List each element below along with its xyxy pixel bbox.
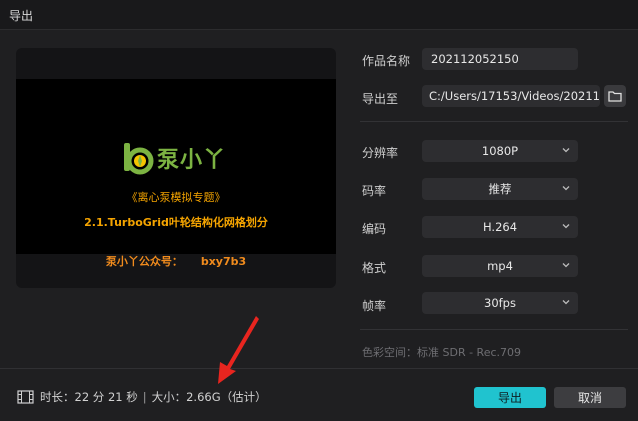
bitrate-label: 码率 [362,184,387,198]
duration-text: 时长：22 分 21 秒 [40,390,138,404]
cancel-button[interactable]: 取消 [554,387,626,408]
name-label: 作品名称 [362,54,411,68]
color-space-info: 色彩空间：标准 SDR - Rec.709 [362,346,522,359]
video-account-line: 泵小丫公众号： bxy7b3 [16,253,336,269]
framerate-select[interactable]: 30fps [422,292,578,314]
framerate-value: 30fps [484,296,516,310]
chevron-down-icon [562,263,570,268]
divider [360,329,628,330]
title-bar: 导出 [0,0,638,30]
size-text: 大小：2.66G（估计） [151,390,267,404]
video-subtitle-line: 2.1.TurboGrid叶轮结构化网格划分 [84,216,268,229]
logo-mark-icon [124,143,154,175]
export-path-input[interactable]: C:/Users/17153/Videos/20211... [422,85,600,107]
format-label: 格式 [362,261,387,275]
framerate-label: 帧率 [362,299,387,313]
browse-folder-button[interactable] [604,85,626,107]
chevron-down-icon [562,224,570,229]
bitrate-select[interactable]: 推荐 [422,178,578,200]
brand-logo: 泵小丫 [121,140,226,176]
film-icon [17,390,34,404]
name-input[interactable]: 202112052150 [422,48,578,70]
meta-separator: | [142,390,147,404]
account-label: 泵小丫公众号： [105,255,183,268]
codec-value: H.264 [482,220,518,234]
resolution-label: 分辨率 [362,146,399,160]
divider [360,121,628,122]
export-meta: 时长：22 分 21 秒 | 大小：2.66G（估计） [17,389,267,405]
codec-select[interactable]: H.264 [422,216,578,238]
bitrate-value: 推荐 [488,182,512,196]
chevron-down-icon [562,186,570,191]
footer-divider [0,368,638,369]
folder-icon [608,91,622,102]
video-preview: 泵小丫 《离心泵模拟专题》 2.1.TurboGrid叶轮结构化网格划分 泵小丫… [16,48,336,288]
video-title-line: 《离心泵模拟专题》 [126,191,226,204]
logo-text: 泵小丫 [157,147,227,173]
chevron-down-icon [562,300,570,305]
red-arrow-annotation-icon [218,316,259,384]
chevron-down-icon [562,148,570,153]
resolution-select[interactable]: 1080P [422,140,578,162]
window-title: 导出 [9,9,34,23]
export-to-label: 导出至 [362,92,399,106]
resolution-value: 1080P [481,144,519,158]
codec-label: 编码 [362,222,387,236]
format-value: mp4 [487,259,513,273]
account-code: bxy7b3 [200,255,247,268]
format-select[interactable]: mp4 [422,255,578,277]
export-button[interactable]: 导出 [474,387,546,408]
video-frame: 泵小丫 《离心泵模拟专题》 2.1.TurboGrid叶轮结构化网格划分 泵小丫… [16,79,336,268]
